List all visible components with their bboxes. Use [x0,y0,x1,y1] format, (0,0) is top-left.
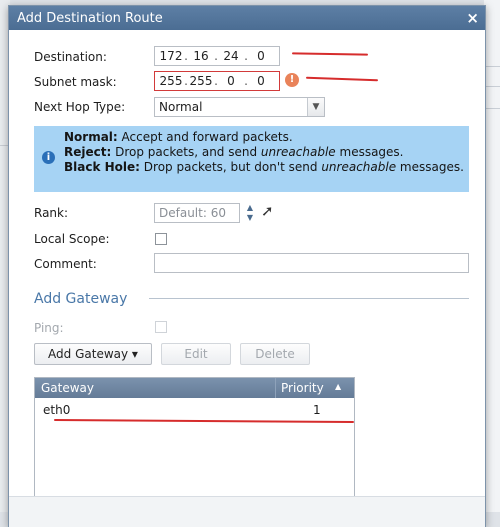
destination-ip-input[interactable]: 172. 16. 24. 0 [154,46,280,66]
rank-placeholder: Default: 60 [159,206,226,220]
subnet-mask-input[interactable]: 255. 255. 0. 0 [154,71,280,91]
priority-cell: 1 [313,403,321,417]
gateway-table-header: Gateway Priority ▲ [35,378,354,398]
info-blackhole-emphasis: unreachable [321,160,397,174]
next-hop-info-box: i Normal: Accept and forward packets. Re… [34,126,469,192]
background-divider [484,66,500,67]
add-gateway-button[interactable]: Add Gateway ▾ [34,343,152,365]
error-icon[interactable]: ! [285,73,299,87]
next-hop-type-value: Normal [159,100,203,114]
info-reject-label: Reject: [64,145,112,159]
close-icon[interactable]: × [466,9,479,27]
subnet-octet-1[interactable]: 255 [159,74,183,88]
destination-octet-1[interactable]: 172 [159,49,183,63]
subnet-octet-2[interactable]: 255 [189,74,213,88]
table-row[interactable]: eth0 1 [35,400,354,420]
next-hop-type-label: Next Hop Type: [34,100,126,114]
info-blackhole-label: Black Hole: [64,160,140,174]
destination-octet-3[interactable]: 24 [219,49,243,63]
info-text: Normal: Accept and forward packets. Reje… [64,130,464,175]
ping-label: Ping: [34,321,64,335]
background-divider [484,86,500,87]
add-destination-route-dialog: Add Destination Route × Destination: 172… [8,5,486,527]
red-annotation-mark [291,52,369,56]
info-blackhole-text-end: messages. [396,160,464,174]
red-annotation-mark [305,76,379,82]
spin-up-icon[interactable]: ▲ [243,203,257,212]
subnet-mask-label: Subnet mask: [34,75,117,89]
info-blackhole-line: Black Hole: Drop packets, but don't send… [64,160,464,175]
dialog-titlebar: Add Destination Route × [9,6,485,30]
info-icon: i [42,151,55,164]
rank-input[interactable]: Default: 60 [154,203,240,223]
gateway-cell: eth0 [43,403,71,417]
column-divider [275,378,276,398]
background-app-right [484,0,500,512]
info-blackhole-text: Drop packets, but don't send [139,160,322,174]
info-reject-text-end: messages. [335,145,404,159]
info-reject-text: Drop packets, and send [111,145,261,159]
subnet-octet-4[interactable]: 0 [249,74,273,88]
subnet-octet-3[interactable]: 0 [219,74,243,88]
info-normal-line: Normal: Accept and forward packets. [64,130,464,145]
local-scope-checkbox[interactable] [155,233,167,245]
local-scope-label: Local Scope: [34,232,110,246]
info-normal-text: Accept and forward packets. [117,130,293,144]
comment-input[interactable] [154,253,469,273]
chevron-down-icon[interactable]: ▼ [307,98,324,116]
edit-button[interactable]: Edit [161,343,231,365]
dialog-title: Add Destination Route [17,11,163,26]
comment-label: Comment: [34,257,97,271]
section-divider [149,298,469,299]
add-gateway-section-title: Add Gateway [34,291,128,307]
destination-octet-2[interactable]: 16 [189,49,213,63]
rank-label: Rank: [34,206,69,220]
destination-label: Destination: [34,50,107,64]
column-header-gateway[interactable]: Gateway [41,381,94,395]
delete-button[interactable]: Delete [240,343,310,365]
info-normal-label: Normal: [64,130,118,144]
sort-ascending-icon[interactable]: ▲ [335,382,341,391]
destination-octet-4[interactable]: 0 [249,49,273,63]
next-hop-type-select[interactable]: Normal ▼ [154,97,325,117]
ping-checkbox[interactable] [155,321,167,333]
spin-down-icon[interactable]: ▼ [243,213,257,222]
info-reject-emphasis: unreachable [260,145,336,159]
gateway-table: Gateway Priority ▲ eth0 1 [34,377,355,502]
mouse-cursor-icon: ➚ [261,202,274,220]
column-header-priority[interactable]: Priority [281,381,324,395]
background-divider [484,108,500,109]
info-reject-line: Reject: Drop packets, and send unreachab… [64,145,464,160]
